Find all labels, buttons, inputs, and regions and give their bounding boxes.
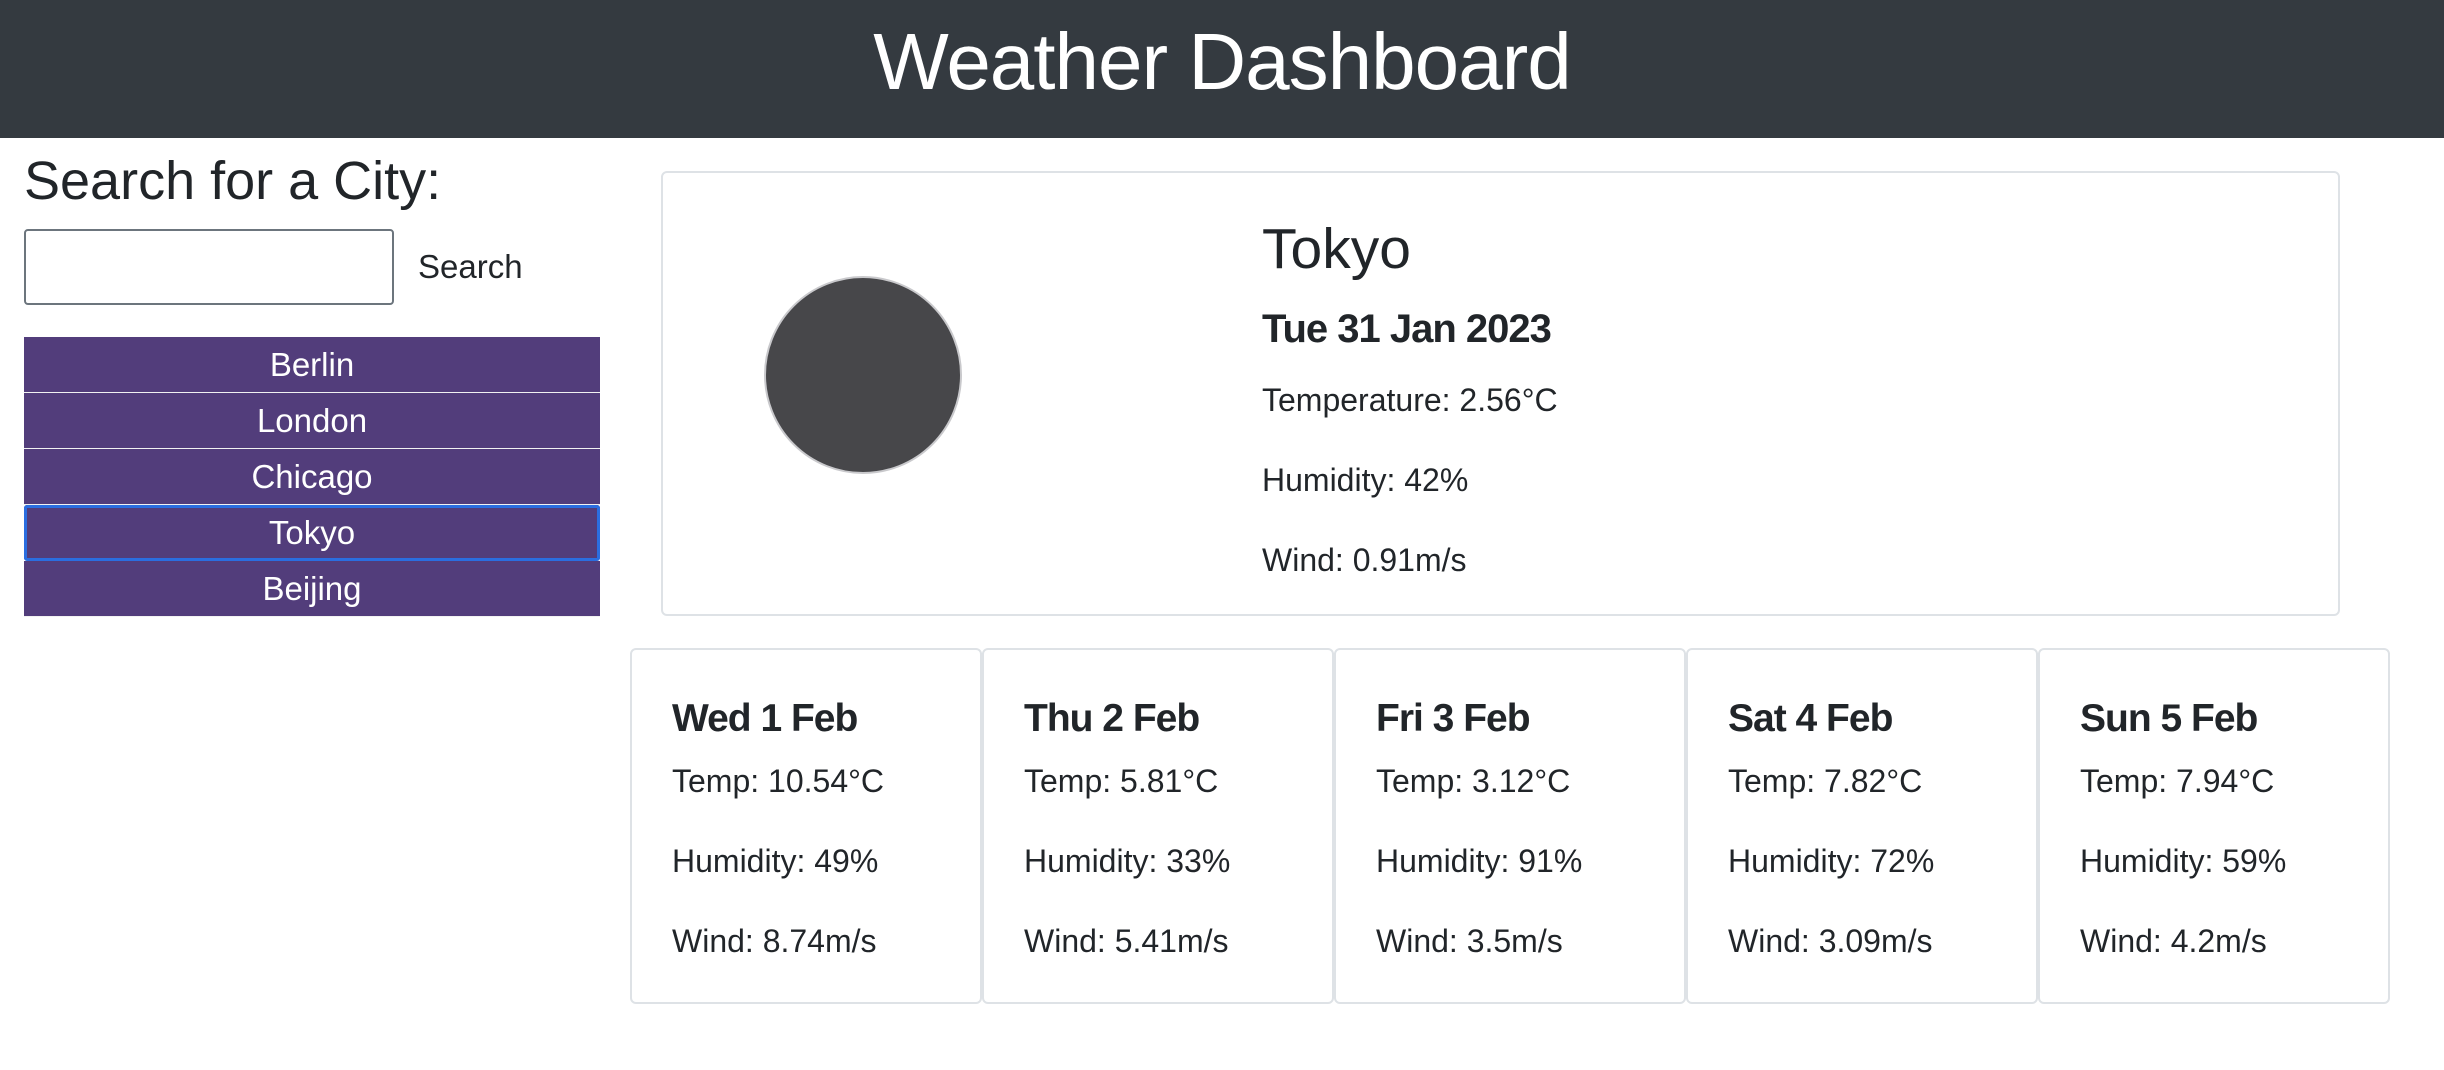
forecast-wind: Wind: 8.74m/s: [672, 923, 877, 959]
current-date: Tue 31 Jan 2023: [1262, 307, 1552, 351]
forecast-card: Sun 5 Feb Temp: 7.94°C Humidity: 59% Win…: [2038, 648, 2390, 1004]
current-wind: Wind: 0.91m/s: [1262, 542, 1467, 578]
forecast-date: Wed 1 Feb: [672, 697, 858, 740]
forecast-date: Fri 3 Feb: [1376, 697, 1531, 740]
forecast-wind: Wind: 3.09m/s: [1728, 923, 1933, 959]
forecast-date: Sun 5 Feb: [2080, 697, 2258, 740]
forecast-humidity: Humidity: 72%: [1728, 843, 1935, 879]
five-day-forecast: Wed 1 Feb Temp: 10.54°C Humidity: 49% Wi…: [630, 648, 2390, 1004]
forecast-wind: Wind: 5.41m/s: [1024, 923, 1229, 959]
forecast-wind: Wind: 4.2m/s: [2080, 923, 2267, 959]
forecast-card: Sat 4 Feb Temp: 7.82°C Humidity: 72% Win…: [1686, 648, 2038, 1004]
forecast-humidity: Humidity: 91%: [1376, 843, 1583, 879]
page-title: Weather Dashboard: [873, 17, 1571, 106]
current-temperature: Temperature: 2.56°C: [1262, 382, 1558, 418]
forecast-temperature: Temp: 7.82°C: [1728, 763, 1923, 799]
forecast-humidity: Humidity: 33%: [1024, 843, 1231, 879]
history-city-button-chicago[interactable]: Chicago: [24, 449, 600, 505]
forecast-humidity: Humidity: 59%: [2080, 843, 2287, 879]
search-history-list: Berlin London Chicago Tokyo Beijing: [24, 337, 600, 617]
app-header: Weather Dashboard: [0, 0, 2444, 138]
history-city-button-london[interactable]: London: [24, 393, 600, 449]
current-city-name: Tokyo: [1262, 217, 1411, 281]
forecast-temperature: Temp: 10.54°C: [672, 763, 885, 799]
history-city-button-tokyo[interactable]: Tokyo: [24, 505, 600, 561]
forecast-date: Sat 4 Feb: [1728, 697, 1893, 740]
forecast-date: Thu 2 Feb: [1024, 697, 1200, 740]
forecast-card: Thu 2 Feb Temp: 5.81°C Humidity: 33% Win…: [982, 648, 1334, 1004]
forecast-temperature: Temp: 5.81°C: [1024, 763, 1219, 799]
forecast-wind: Wind: 3.5m/s: [1376, 923, 1563, 959]
forecast-card: Fri 3 Feb Temp: 3.12°C Humidity: 91% Win…: [1334, 648, 1686, 1004]
forecast-card: Wed 1 Feb Temp: 10.54°C Humidity: 49% Wi…: [630, 648, 982, 1004]
weather-icon: [764, 276, 962, 474]
forecast-temperature: Temp: 7.94°C: [2080, 763, 2275, 799]
history-city-button-berlin[interactable]: Berlin: [24, 337, 600, 393]
search-title: Search for a City:: [24, 151, 442, 211]
city-search-input[interactable]: [24, 229, 394, 305]
history-city-button-beijing[interactable]: Beijing: [24, 561, 600, 617]
forecast-humidity: Humidity: 49%: [672, 843, 879, 879]
current-weather-card: Tokyo Tue 31 Jan 2023 Temperature: 2.56°…: [661, 171, 2340, 616]
current-humidity: Humidity: 42%: [1262, 462, 1469, 498]
forecast-temperature: Temp: 3.12°C: [1376, 763, 1571, 799]
search-button[interactable]: Search: [404, 237, 537, 297]
